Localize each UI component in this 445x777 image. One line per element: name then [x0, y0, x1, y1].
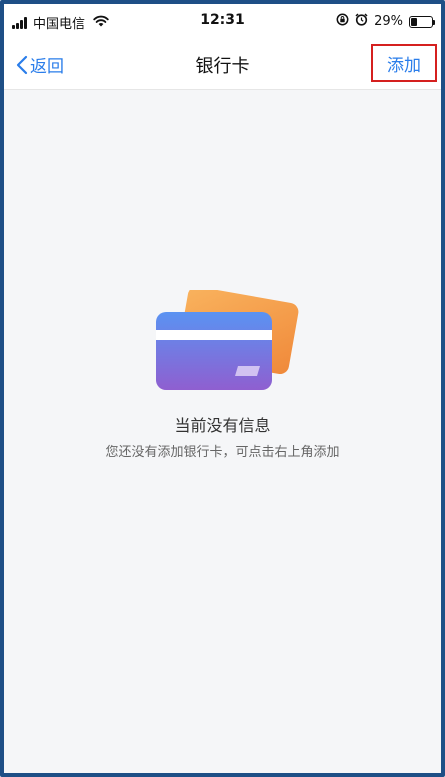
add-button[interactable]: 添加	[371, 44, 437, 82]
status-bar: 中国电信 12:31 29%	[4, 4, 441, 38]
alarm-icon	[355, 13, 368, 30]
bank-card-icon	[156, 290, 299, 390]
empty-state-description: 您还没有添加银行卡，可点击右上角添加	[105, 445, 340, 460]
phone-screen: 中国电信 12:31 29% 返回 银行卡 添加 当前没有信息 您还没有添加银行…	[0, 0, 445, 777]
battery-level-fill	[411, 17, 417, 26]
empty-state: 当前没有信息 您还没有添加银行卡，可点击右上角添加	[4, 90, 441, 773]
screen-rotation-lock-icon	[336, 13, 349, 30]
navigation-bar: 返回 银行卡 添加	[4, 38, 441, 90]
empty-state-title: 当前没有信息	[174, 416, 271, 435]
battery-icon	[409, 15, 435, 28]
status-right: 29%	[336, 13, 435, 30]
battery-percent: 29%	[374, 14, 403, 29]
